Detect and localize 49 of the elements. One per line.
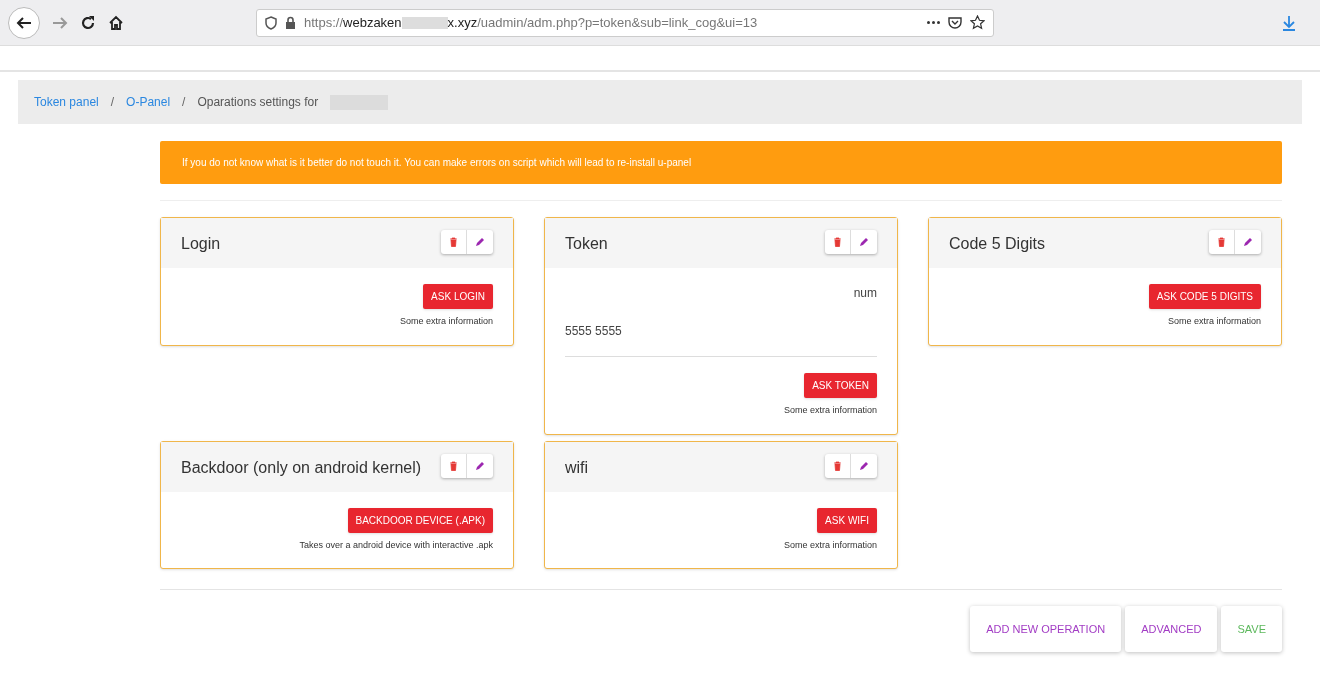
card-title: Code 5 Digits [949, 234, 1046, 254]
breadcrumb-link[interactable]: Token panel [34, 93, 99, 111]
trash-icon [833, 237, 842, 247]
pencil-icon [859, 237, 869, 247]
pencil-icon [475, 460, 485, 471]
footer-button[interactable]: ADVANCED [1125, 606, 1218, 652]
address-bar[interactable]: https://webzaken x.xyz/uadmin/adm.php?p=token&sub=link_cog&ui=13 [256, 8, 994, 37]
footer-button[interactable]: SAVE [1221, 606, 1282, 652]
download-icon[interactable] [1282, 14, 1296, 31]
action-button[interactable]: ASK LOGIN [423, 284, 493, 309]
shield-icon [265, 15, 277, 30]
info-text: Some extra information [783, 538, 877, 552]
info-text: Some extra information [783, 404, 877, 417]
card-title: Login [181, 234, 221, 254]
reload-icon[interactable] [80, 14, 96, 31]
card-title: wifi [565, 457, 589, 478]
trash-icon [449, 460, 458, 471]
action-button[interactable]: BACKDOOR DEVICE (.APK) [347, 507, 493, 533]
card-title: Backdoor (only on android kernel) [181, 457, 422, 478]
footer-button[interactable]: ADD NEW OPERATION [970, 606, 1122, 652]
separator-text: / [182, 94, 186, 111]
trash-icon [833, 460, 842, 471]
star-icon[interactable] [970, 15, 985, 30]
back-button[interactable] [8, 6, 40, 39]
action-button[interactable]: ASK WIFI [817, 507, 877, 533]
action-button[interactable]: ASK TOKEN [804, 373, 877, 398]
back-arrow-icon [16, 15, 32, 30]
pencil-icon [1243, 237, 1253, 247]
breadcrumb-current: Oparations settings for [197, 94, 319, 111]
info-text: Takes over a android device with interactive .apk [299, 538, 493, 552]
more-icon[interactable] [927, 21, 940, 24]
pencil-icon [475, 237, 485, 247]
home-icon[interactable] [108, 14, 124, 31]
pocket-icon[interactable] [948, 16, 962, 29]
breadcrumb-link[interactable]: O-Panel [126, 93, 171, 111]
input-field[interactable]: 5555 5555 [565, 322, 877, 340]
separator-text: / [110, 94, 115, 111]
field-label: num [853, 285, 877, 302]
url-text: https://webzaken x.xyz/uadmin/adm.php?p=token&sub=link_cog&ui=13 [304, 13, 758, 32]
lock-icon [285, 16, 296, 29]
warning-banner: If you do not know what is it better do not touch it. You can make errors on script which will lead to re-install u-panel [160, 141, 1282, 184]
trash-icon [1217, 237, 1226, 247]
card-title: Token [565, 234, 608, 254]
info-text: Some extra information [1167, 315, 1261, 328]
info-text: Some extra information [399, 315, 493, 328]
pencil-icon [859, 460, 869, 471]
blurred-text [401, 16, 448, 29]
action-button[interactable]: ASK CODE 5 DIGITS [1148, 284, 1261, 309]
trash-icon [449, 237, 458, 247]
